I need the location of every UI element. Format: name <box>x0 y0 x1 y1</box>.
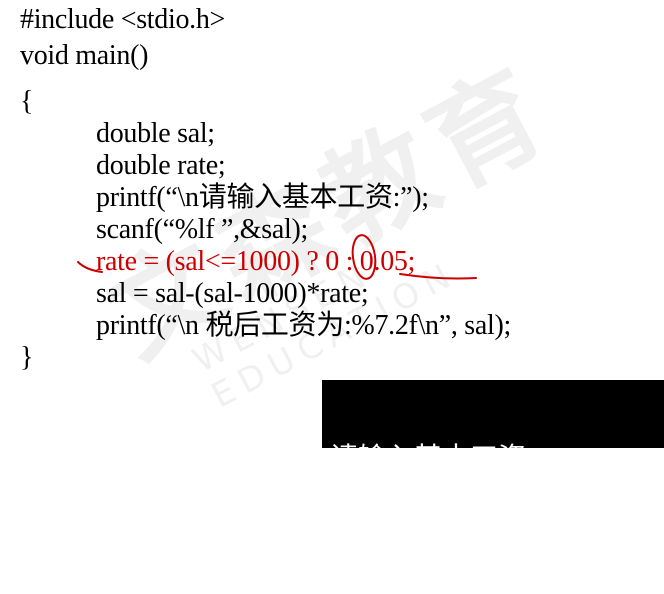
console-output: 请输入基本工资： 1500 税后工资为： 1475.00 <box>322 380 664 564</box>
code-line-close-brace: } <box>20 342 34 373</box>
code-line-include: #include <stdio.h> <box>20 4 226 35</box>
console-line-prompt: 请输入基本工资： 1500 <box>330 443 618 474</box>
code-line-printf-result: printf(“\n 税后工资为:%7.2f\n”, sal); <box>96 310 511 341</box>
code-line-declare-rate: double rate; <box>96 150 226 181</box>
code-line-rate-ternary: rate = (sal<=1000) ? 0 : 0.05; <box>96 246 416 277</box>
code-line-sal-calc: sal = sal-(sal-1000)*rate; <box>96 278 369 309</box>
code-line-printf-prompt: printf(“\n请输入基本工资:”); <box>96 182 429 213</box>
code-line-main-signature: void main() <box>20 40 149 71</box>
code-line-scanf: scanf(“%lf ”,&sal); <box>96 214 308 245</box>
code-line-open-brace: { <box>20 86 34 117</box>
console-line-result: 税后工资为： 1475.00 <box>330 533 597 564</box>
code-line-declare-sal: double sal; <box>96 118 215 149</box>
